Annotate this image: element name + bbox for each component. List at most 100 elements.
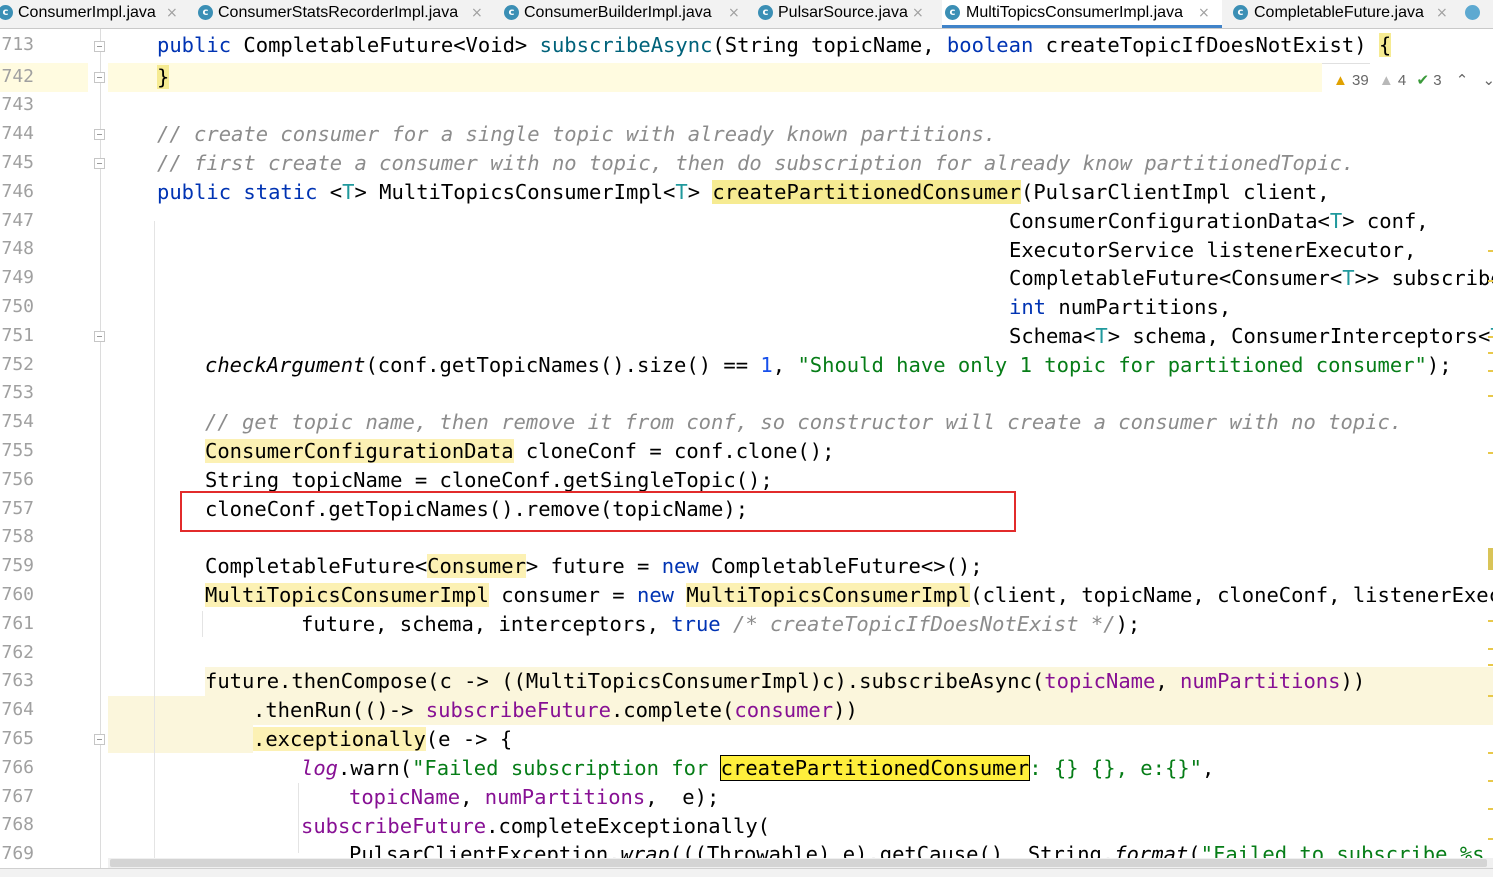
- code-token: (conf.getTopicNames().size() ==: [365, 353, 761, 377]
- class-icon: c: [1233, 5, 1248, 20]
- scroll-marker: [1488, 280, 1493, 282]
- type-param: T: [1329, 209, 1343, 233]
- tab-consumerbuilderimpl[interactable]: c ConsumerBuilderImpl.java ×: [502, 0, 750, 28]
- fold-marker[interactable]: [94, 734, 105, 745]
- line-number: 752: [1, 354, 34, 375]
- line-number: 761: [1, 613, 34, 634]
- chevron-down-icon[interactable]: ⌄: [1482, 72, 1493, 89]
- close-icon[interactable]: ×: [728, 0, 740, 26]
- tab-overflow[interactable]: [1462, 0, 1493, 28]
- typo-count: 3: [1433, 72, 1442, 89]
- tab-label: ConsumerBuilderImpl.java: [524, 4, 712, 21]
- gutter-separator: [100, 29, 101, 877]
- line-number: 765: [1, 728, 34, 749]
- code-line-746: public static <T> MultiTopicsConsumerImp…: [157, 178, 1330, 207]
- code-token: CompletableFuture<: [205, 554, 428, 578]
- keyword: boolean: [946, 33, 1034, 57]
- scroll-marker: [1488, 695, 1493, 697]
- line-number: 767: [1, 786, 34, 807]
- code-token: (client, topicName, cloneConf, listenerE…: [970, 583, 1493, 607]
- tab-completablefuture[interactable]: c CompletableFuture.java ×: [1230, 0, 1460, 28]
- scroll-marker: [1488, 250, 1493, 252]
- annotation-box: [180, 491, 1016, 532]
- line-number: 749: [1, 267, 34, 288]
- code-line-755: ConsumerConfigurationData cloneConf = co…: [205, 437, 834, 466]
- line-number: 764: [1, 699, 34, 720]
- code-token: >> subscribeF: [1354, 266, 1493, 290]
- code-token: (String topicName,: [712, 33, 947, 57]
- tab-consumerstatsrecorderimpl[interactable]: c ConsumerStatsRecorderImpl.java ×: [196, 0, 496, 28]
- field-ref: topicName: [1044, 669, 1156, 693]
- code-editor[interactable]: // create consumer for a single topic wi…: [108, 29, 1493, 877]
- scroll-marker: [1488, 780, 1493, 782]
- horizontal-scrollbar-thumb[interactable]: [110, 859, 1487, 867]
- scroll-marker: [1488, 838, 1493, 840]
- code-line-752: checkArgument(conf.getTopicNames().size(…: [205, 351, 1452, 380]
- keyword: public: [157, 33, 232, 57]
- code-line-744: // create consumer for a single topic wi…: [157, 122, 997, 146]
- fold-marker[interactable]: [94, 41, 105, 52]
- line-number: 743: [1, 94, 34, 115]
- typo-check-icon: ✔: [1416, 72, 1430, 89]
- sticky-scope-header[interactable]: public CompletableFuture<Void> subscribe…: [108, 29, 1392, 64]
- keyword: new: [636, 583, 675, 607]
- field-ref: numPartitions: [1180, 669, 1341, 693]
- code-line-767: topicName, numPartitions, e);: [349, 783, 719, 812]
- chevron-up-icon[interactable]: ⌃: [1456, 72, 1469, 89]
- class-icon: [1465, 5, 1480, 20]
- code-token: (e -> {: [425, 727, 513, 751]
- scroll-marker: [1488, 548, 1493, 570]
- code-line-751: Schema<T> schema, ConsumerInterceptors<T…: [1009, 322, 1493, 351]
- type-param: T: [1342, 266, 1355, 290]
- type-param: T: [1095, 324, 1108, 348]
- tab-pulsarsource[interactable]: c PulsarSource.java ×: [756, 0, 932, 28]
- code-line-763: future.thenCompose(c -> ((MultiTopicsCon…: [205, 667, 1365, 696]
- method-highlight: .exceptionally: [253, 727, 426, 751]
- tab-label: PulsarSource.java: [778, 4, 908, 21]
- close-icon[interactable]: ×: [1436, 0, 1448, 26]
- string-literal: "Should have only 1 topic for partitione…: [797, 353, 1427, 377]
- close-icon[interactable]: ×: [912, 0, 924, 26]
- line-number: 756: [1, 469, 34, 490]
- tab-label: ConsumerStatsRecorderImpl.java: [218, 4, 459, 21]
- tab-label: MultiTopicsConsumerImpl.java: [966, 4, 1183, 21]
- scroll-marker: [1488, 620, 1493, 622]
- close-icon[interactable]: ×: [166, 0, 178, 26]
- close-icon[interactable]: ×: [1198, 0, 1210, 26]
- code-token: ,: [772, 353, 798, 377]
- code-token: future, schema, interceptors,: [301, 612, 672, 636]
- inspection-widget[interactable]: ▲ 39 ▲ 4 ✔ 3 ⌃ ⌄: [1333, 70, 1493, 92]
- string-literal: : {} {}, e:{}": [1029, 756, 1203, 780]
- field-ref: consumer: [734, 698, 834, 722]
- code-token: createTopicIfDoesNotExist): [1033, 33, 1379, 57]
- tab-consumerimpl[interactable]: c ConsumerImpl.java ×: [0, 0, 190, 28]
- fold-marker[interactable]: [94, 158, 105, 169]
- field-ref: subscribeFuture: [425, 698, 611, 722]
- code-line-766: log.warn("Failed subscription for create…: [301, 754, 1214, 783]
- code-line-750: int numPartitions,: [1009, 293, 1231, 322]
- type-highlight: MultiTopicsConsumerImpl: [686, 583, 971, 607]
- scroll-marker: [1488, 648, 1493, 650]
- number-literal: 1: [760, 353, 773, 377]
- code-token: > MultiTopicsConsumerImpl<: [354, 180, 676, 204]
- field-ref: numPartitions: [484, 785, 646, 809]
- code-token: > conf,: [1342, 209, 1429, 233]
- code-token: ,: [1155, 669, 1181, 693]
- keyword: public static: [157, 180, 318, 204]
- fold-marker[interactable]: [94, 72, 105, 83]
- code-token: .warn(: [338, 756, 413, 780]
- fold-marker[interactable]: [94, 331, 105, 342]
- code-token: cloneConf = conf.clone();: [513, 439, 835, 463]
- method-name: subscribeAsync: [539, 33, 713, 57]
- fold-marker[interactable]: [94, 129, 105, 140]
- close-icon[interactable]: ×: [471, 0, 483, 26]
- line-number: 760: [1, 584, 34, 605]
- editor-tab-bar: c ConsumerImpl.java × c ConsumerStatsRec…: [0, 0, 1493, 29]
- code-token: CompletableFuture<>();: [698, 554, 983, 578]
- tab-multitopicsconsumerimpl[interactable]: c MultiTopicsConsumerImpl.java ×: [942, 0, 1222, 28]
- line-number: 746: [1, 181, 34, 202]
- code-token: consumer =: [488, 583, 637, 607]
- code-line-759: CompletableFuture<Consumer> future = new…: [205, 552, 983, 581]
- code-token: numPartitions,: [1046, 295, 1232, 319]
- brace-match: }: [157, 65, 170, 89]
